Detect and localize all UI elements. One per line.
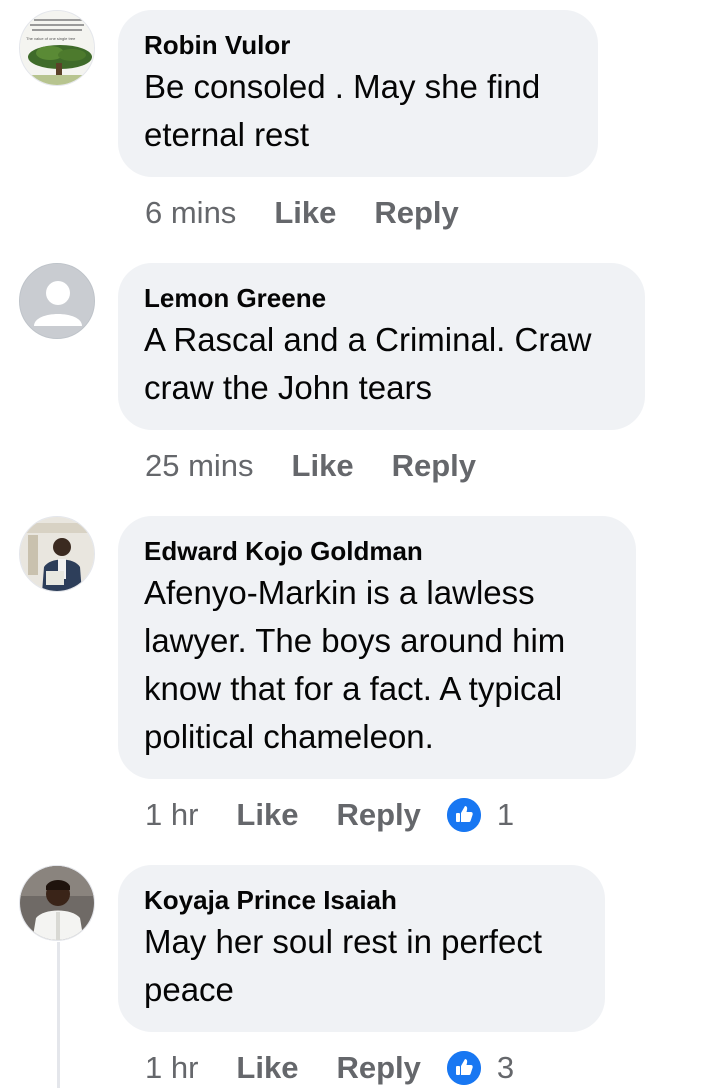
comment-text-line: Afenyo-Markin is a lawless	[144, 574, 535, 611]
comment-meta: 1 hr Like Reply 1	[145, 791, 514, 839]
comment-text-line: eternal rest	[144, 116, 310, 153]
reply-button[interactable]: Reply	[336, 797, 420, 833]
comment-text-line: know that for a fact. A typical	[144, 670, 563, 707]
default-person-avatar	[20, 264, 94, 338]
avatar-lemon-greene[interactable]	[19, 263, 95, 339]
reaction-summary[interactable]: 3	[444, 1049, 515, 1087]
like-button[interactable]: Like	[236, 1050, 298, 1086]
reaction-count: 3	[496, 1050, 515, 1085]
comment-meta: 25 mins Like Reply	[145, 442, 514, 490]
comment-meta: 1 hr Like Reply 3	[145, 1044, 514, 1092]
comment-text-line: political chameleon.	[144, 718, 434, 755]
comment-author[interactable]: Robin Vulor	[144, 27, 572, 63]
comment-text-line: A Rascal and a Criminal. Craw	[144, 321, 592, 358]
reply-button[interactable]: Reply	[336, 1050, 420, 1086]
like-reaction-icon	[444, 1049, 483, 1087]
person-photo-avatar	[20, 517, 94, 591]
reaction-summary[interactable]: 1	[444, 796, 515, 834]
comment-timestamp[interactable]: 1 hr	[145, 1050, 198, 1086]
like-reaction-icon	[444, 796, 483, 834]
like-button[interactable]: Like	[292, 448, 354, 484]
comment-author[interactable]: Lemon Greene	[144, 280, 619, 316]
reply-button[interactable]: Reply	[392, 448, 476, 484]
comment-text-line: lawyer. The boys around him	[144, 622, 566, 659]
avatar-koyaja-prince-isaiah[interactable]	[19, 865, 95, 941]
tree-photo-avatar: The value of one single tree	[20, 11, 94, 85]
comment-text-line: Be consoled . May she find	[144, 68, 541, 105]
comment-text-line: peace	[144, 971, 234, 1008]
comment-author[interactable]: Edward Kojo Goldman	[144, 533, 610, 569]
comment-timestamp[interactable]: 1 hr	[145, 797, 198, 833]
reply-button[interactable]: Reply	[374, 195, 458, 231]
reaction-count: 1	[496, 797, 515, 832]
like-button[interactable]: Like	[236, 797, 298, 833]
reply-thread-line	[57, 942, 60, 1088]
comment-author[interactable]: Koyaja Prince Isaiah	[144, 882, 579, 918]
comment-bubble: Edward Kojo Goldman Afenyo-Markin is a l…	[118, 516, 636, 779]
comment-timestamp[interactable]: 6 mins	[145, 195, 236, 231]
person-photo-avatar	[20, 866, 94, 940]
comment-text-line: May her soul rest in perfect	[144, 923, 542, 960]
comment-bubble: Robin Vulor Be consoled . May she find e…	[118, 10, 598, 177]
tree-caption: The value of one single tree	[26, 36, 76, 41]
comment-bubble: Koyaja Prince Isaiah May her soul rest i…	[118, 865, 605, 1032]
avatar-edward-kojo-goldman[interactable]	[19, 516, 95, 592]
comment-bubble: Lemon Greene A Rascal and a Criminal. Cr…	[118, 263, 645, 430]
like-button[interactable]: Like	[274, 195, 336, 231]
avatar-robin-vulor[interactable]: The value of one single tree	[19, 10, 95, 86]
comment-meta: 6 mins Like Reply	[145, 189, 497, 237]
comment-timestamp[interactable]: 25 mins	[145, 448, 254, 484]
comment-text-line: craw the John tears	[144, 369, 432, 406]
